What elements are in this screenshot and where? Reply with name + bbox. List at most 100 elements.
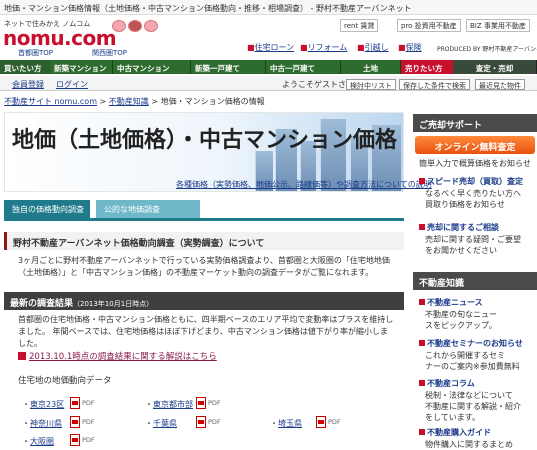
breadcrumb-sep: >	[151, 97, 161, 106]
pdf-link[interactable]: PDF	[70, 434, 95, 446]
register-link[interactable]: 会員登録	[12, 79, 44, 90]
pdf-link[interactable]: PDF	[316, 416, 341, 428]
area-osaka[interactable]: ・大阪圏	[22, 436, 54, 447]
commentary-link[interactable]: 2013.10.1時点の調査結果に関する解説はこちら	[18, 350, 217, 362]
latest-date: （2013年10月1日時点）	[73, 300, 154, 308]
saved-search-button[interactable]: 保存した条件で検索	[399, 79, 470, 90]
rent-button[interactable]: rent 賃貸	[340, 19, 379, 32]
speed-appraisal-link[interactable]: スピード売却（買取）査定	[419, 176, 523, 187]
text-line: 買取り価格をお知らせ	[425, 200, 505, 209]
util-link-loan[interactable]: ■住宅ローン	[247, 42, 294, 53]
pdf-link[interactable]: PDF	[196, 416, 221, 428]
pdf-icon	[316, 416, 326, 428]
purchase-guide-desc: 物件購入に関するまとめ	[425, 440, 513, 449]
text-line: 首都圏の住宅地価格・中古マンション価格ともに、四半期ベースのエリア平均で変動率は…	[18, 315, 394, 324]
text-line: （土地価格）」と「中古マンション価格」の不動産マーケット動向の調査データがご覧に…	[18, 268, 374, 277]
knowledge-heading: 不動産知識	[413, 272, 537, 290]
purchase-guide-link[interactable]: 不動産購入ガイド	[419, 427, 491, 438]
consult-desc: 売却に関する疑問・ご要望 をお聞かせください	[425, 234, 521, 256]
pdf-icon	[196, 416, 206, 428]
pdf-link[interactable]: PDF	[70, 416, 95, 428]
recent-button[interactable]: 最近見た物件	[475, 79, 525, 90]
latest-heading-text: 最新の調査結果	[10, 299, 74, 309]
speed-desc: なるべく早く売りたい方へ 買取り価格をお知らせ	[425, 188, 521, 210]
watchlist-button[interactable]: 検討中リスト	[346, 79, 396, 90]
nav-land[interactable]: 土地	[341, 60, 401, 74]
text-line: をしています。	[425, 413, 480, 422]
price-explanation-link[interactable]: 各種価格（実勢価格、地価公示、路線価等）や調査方法についての説明	[176, 179, 432, 190]
breadcrumb-sep: >	[99, 97, 109, 106]
arrow-square-icon	[18, 352, 26, 360]
nav-new-mansion[interactable]: 新築マンション	[50, 60, 113, 74]
area-kanagawa[interactable]: ・神奈川県	[22, 418, 62, 429]
nav-used-mansion[interactable]: 中古マンション	[113, 60, 191, 74]
text-line: なるべく早く売りたい方へ	[425, 189, 521, 198]
breadcrumb: 不動産サイト nomu.com > 不動産知識 > 地価・マンション価格の情報	[4, 96, 265, 107]
seminar-link[interactable]: 不動産セミナーのお知らせ	[419, 338, 523, 349]
pro-button[interactable]: pro 投資用不動産	[397, 19, 461, 32]
arrow-square-icon	[419, 340, 425, 346]
nav-buy[interactable]: 買いたい方	[0, 60, 50, 74]
arrow-square-icon	[419, 380, 425, 386]
nav-appraise[interactable]: 査定・売却	[453, 60, 537, 74]
tab-underline	[4, 218, 404, 221]
pdf-icon	[70, 434, 80, 446]
tab-public-survey[interactable]: 公的な地価調査	[96, 200, 200, 218]
nav-used-house[interactable]: 中古一戸建て	[266, 60, 341, 74]
pig-icon	[112, 20, 126, 32]
util-link-reform[interactable]: ■リフォーム	[300, 42, 347, 53]
pdf-icon	[70, 416, 80, 428]
link-shutoken-top[interactable]: 首都圏TOP	[18, 48, 53, 58]
pdf-link[interactable]: PDF	[70, 397, 95, 409]
text-line: ました。 年間ベースでは、住宅地価格はほぼ下げどまり、中古マンション価格は値下が…	[18, 327, 388, 336]
arrow-square-icon	[419, 178, 425, 184]
breadcrumb-knowledge[interactable]: 不動産知識	[109, 97, 149, 106]
online-desc: 簡単入力で概算価格をお知らせ	[419, 159, 531, 168]
news-desc: 不動産の旬なニュー スをピックアップ。	[425, 309, 497, 331]
link-kansai-top[interactable]: 関西圏TOP	[92, 48, 127, 58]
produced-by: PRODUCED BY 野村不動産アーバンネット	[437, 46, 537, 53]
util-link-insurance[interactable]: ■保険	[398, 42, 422, 53]
section1-text: 3ヶ月ごとに野村不動産アーバンネットで行っている実勢価格調査より、首都圏と大阪圏…	[18, 255, 390, 279]
section2-text: 首都圏の住宅地価格・中古マンション価格ともに、四半期ベースのエリア平均で変動率は…	[18, 314, 393, 350]
text-line: スをピックアップ。	[425, 321, 497, 330]
text-line: 売却に関する疑問・ご要望	[425, 235, 521, 244]
column-desc: 税制・法律などについて 不動産に関する解説・紹介 をしています。	[425, 390, 521, 423]
text-line: これから開催するセミ	[425, 351, 505, 360]
text-line: ナーのご案内※参加費無料	[425, 362, 520, 371]
news-link[interactable]: 不動産ニュース	[419, 297, 483, 308]
nav-sell[interactable]: 売りたい方	[401, 60, 453, 74]
util-link-move[interactable]: ■引越し	[357, 42, 389, 53]
text-line: 不動産の旬なニュー	[425, 310, 497, 319]
truck-icon: ■	[357, 43, 365, 52]
biz-button[interactable]: BIZ 事業用不動産	[466, 19, 530, 32]
site-logo[interactable]: nomu.com	[3, 26, 117, 50]
area-chiba[interactable]: ・千葉県	[145, 418, 177, 429]
text-line: 税制・法律などについて	[425, 391, 513, 400]
pdf-icon	[70, 397, 80, 409]
seminar-desc: これから開催するセミ ナーのご案内※参加費無料	[425, 350, 520, 372]
login-link[interactable]: ログイン	[56, 79, 88, 90]
house-icon: ■	[247, 43, 255, 52]
nav-new-house[interactable]: 新築一戸建て	[191, 60, 266, 74]
arrow-square-icon	[419, 299, 425, 305]
area-tokyo-city[interactable]: ・東京都市部	[145, 399, 193, 410]
pdf-link[interactable]: PDF	[196, 397, 221, 409]
breadcrumb-home[interactable]: 不動産サイト nomu.com	[4, 97, 97, 106]
arrow-square-icon	[419, 224, 425, 230]
column-link[interactable]: 不動産コラム	[419, 378, 475, 389]
consult-link[interactable]: 売却に関するご相談	[419, 222, 499, 233]
pdf-icon	[196, 397, 206, 409]
online-appraisal-button[interactable]: オンライン無料査定	[415, 136, 535, 154]
area-saitama[interactable]: ・埼玉県	[270, 418, 302, 429]
pig-icon	[128, 20, 142, 32]
land-data-subheading: 住宅地の地価動向データ	[18, 376, 112, 386]
support-heading: ご売却サポート	[413, 114, 537, 132]
tab-own-survey[interactable]: 独自の価格動向調査	[4, 200, 90, 218]
window-title: 地価・マンション価格情報（土地価格・中古マンション価格動向・推移・相場調査） -…	[0, 0, 537, 15]
section-heading-survey: 野村不動産アーバンネット価格動向調査（実勢調査）について	[4, 232, 404, 250]
area-tokyo23[interactable]: ・東京23区	[22, 399, 64, 410]
text-line: 不動産に関する解説・紹介	[425, 402, 521, 411]
arrow-square-icon	[419, 429, 425, 435]
page-title: 地価（土地価格）・中古マンション価格	[12, 127, 398, 153]
